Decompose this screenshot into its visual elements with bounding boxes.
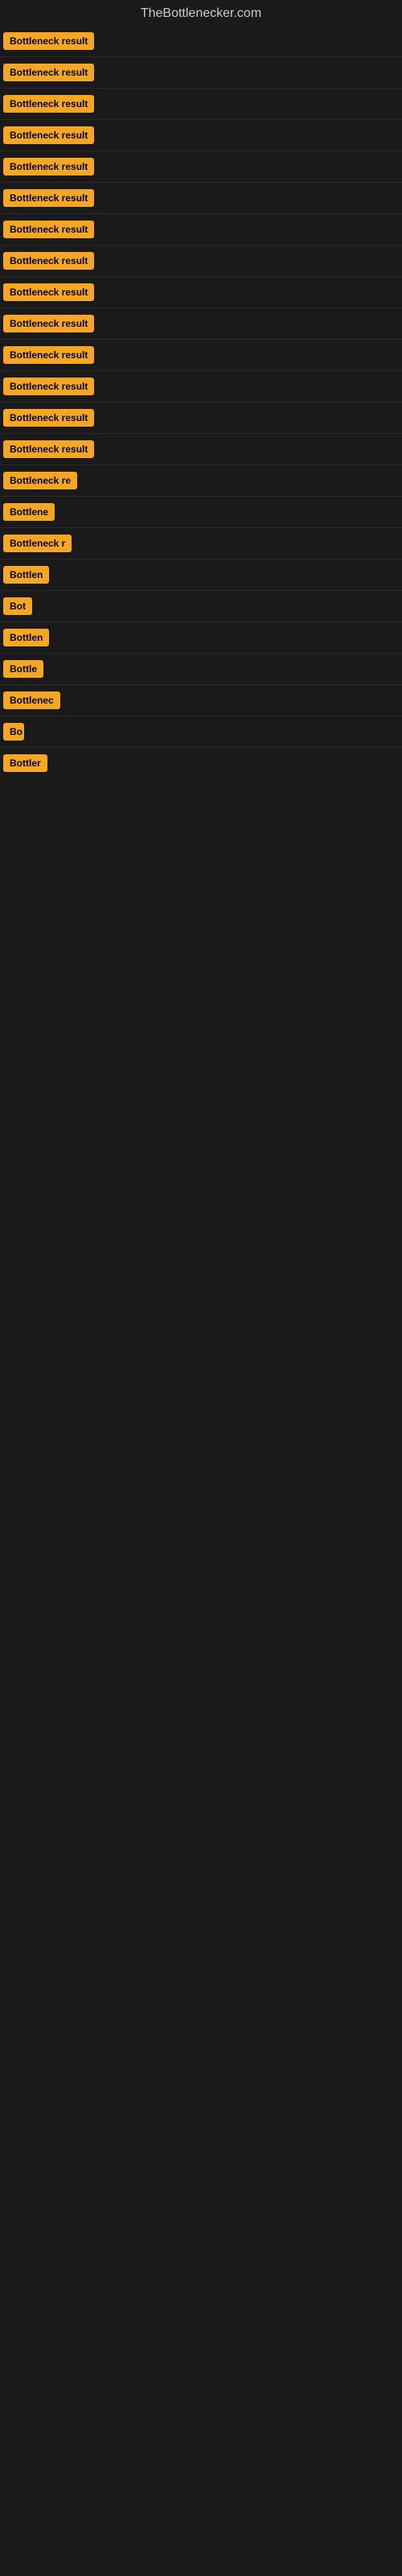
bottleneck-item: Bottleneck re <box>0 467 402 494</box>
bottleneck-item: Bottleneck result <box>0 279 402 306</box>
bottleneck-item: Bottleneck result <box>0 341 402 369</box>
bottleneck-badge[interactable]: Bottleneck result <box>3 32 94 50</box>
bottleneck-badge[interactable]: Bottlenec <box>3 691 60 709</box>
bottleneck-badge[interactable]: Bottleneck result <box>3 409 94 427</box>
bottleneck-item: Bottleneck result <box>0 90 402 118</box>
bottleneck-badge[interactable]: Bottleneck result <box>3 126 94 144</box>
bottleneck-badge[interactable]: Bottleneck result <box>3 346 94 364</box>
bottleneck-item: Bottleneck result <box>0 27 402 55</box>
row-separator <box>0 339 402 340</box>
bottleneck-item: Bottleneck result <box>0 216 402 243</box>
row-separator <box>0 464 402 465</box>
bottleneck-item: Bottleneck result <box>0 153 402 180</box>
bottleneck-badge[interactable]: Bo <box>3 723 24 741</box>
bottleneck-badge[interactable]: Bottleneck result <box>3 283 94 301</box>
bottleneck-item: Bottlene <box>0 498 402 526</box>
bottleneck-item: Bo <box>0 718 402 745</box>
bottleneck-badge[interactable]: Bot <box>3 597 32 615</box>
bottleneck-badge[interactable]: Bottleneck result <box>3 378 94 395</box>
bottleneck-item: Bottleneck result <box>0 373 402 400</box>
bottleneck-badge[interactable]: Bottleneck re <box>3 472 77 489</box>
row-separator <box>0 119 402 120</box>
row-separator <box>0 276 402 277</box>
bottleneck-badge[interactable]: Bottleneck result <box>3 64 94 81</box>
bottleneck-badge[interactable]: Bottleneck result <box>3 221 94 238</box>
row-separator <box>0 496 402 497</box>
bottleneck-badge[interactable]: Bottleneck result <box>3 189 94 207</box>
bottleneck-badge[interactable]: Bottleneck result <box>3 158 94 175</box>
bottleneck-item: Bottleneck r <box>0 530 402 557</box>
bottleneck-item: Bot <box>0 592 402 620</box>
bottleneck-item: Bottleneck result <box>0 436 402 463</box>
bottleneck-badge[interactable]: Bottleneck result <box>3 315 94 332</box>
bottleneck-item: Bottler <box>0 749 402 777</box>
bottleneck-item: Bottlen <box>0 624 402 651</box>
bottleneck-badge[interactable]: Bottleneck result <box>3 95 94 113</box>
row-separator <box>0 621 402 622</box>
row-separator <box>0 213 402 214</box>
bottleneck-item: Bottleneck result <box>0 122 402 149</box>
bottleneck-badge[interactable]: Bottlen <box>3 629 49 646</box>
bottleneck-item: Bottleneck result <box>0 310 402 337</box>
bottleneck-badge[interactable]: Bottlen <box>3 566 49 584</box>
row-separator <box>0 433 402 434</box>
row-separator <box>0 182 402 183</box>
row-separator <box>0 684 402 685</box>
row-separator <box>0 370 402 371</box>
bottleneck-item: Bottleneck result <box>0 59 402 86</box>
bottleneck-badge[interactable]: Bottleneck result <box>3 440 94 458</box>
bottleneck-item: Bottlenec <box>0 687 402 714</box>
bottleneck-item: Bottleneck result <box>0 247 402 275</box>
row-separator <box>0 245 402 246</box>
bottleneck-badge[interactable]: Bottle <box>3 660 43 678</box>
row-separator <box>0 747 402 748</box>
bottleneck-badge[interactable]: Bottleneck result <box>3 252 94 270</box>
bottleneck-item: Bottlen <box>0 561 402 588</box>
row-separator <box>0 590 402 591</box>
row-separator <box>0 56 402 57</box>
site-title: TheBottlenecker.com <box>0 0 402 27</box>
bottleneck-item: Bottleneck result <box>0 184 402 212</box>
row-separator <box>0 653 402 654</box>
bottleneck-badge[interactable]: Bottlene <box>3 503 55 521</box>
row-separator <box>0 527 402 528</box>
bottleneck-badge[interactable]: Bottler <box>3 754 47 772</box>
row-separator <box>0 88 402 89</box>
bottleneck-item: Bottleneck result <box>0 404 402 431</box>
bottleneck-badge[interactable]: Bottleneck r <box>3 535 72 552</box>
bottleneck-item: Bottle <box>0 655 402 683</box>
